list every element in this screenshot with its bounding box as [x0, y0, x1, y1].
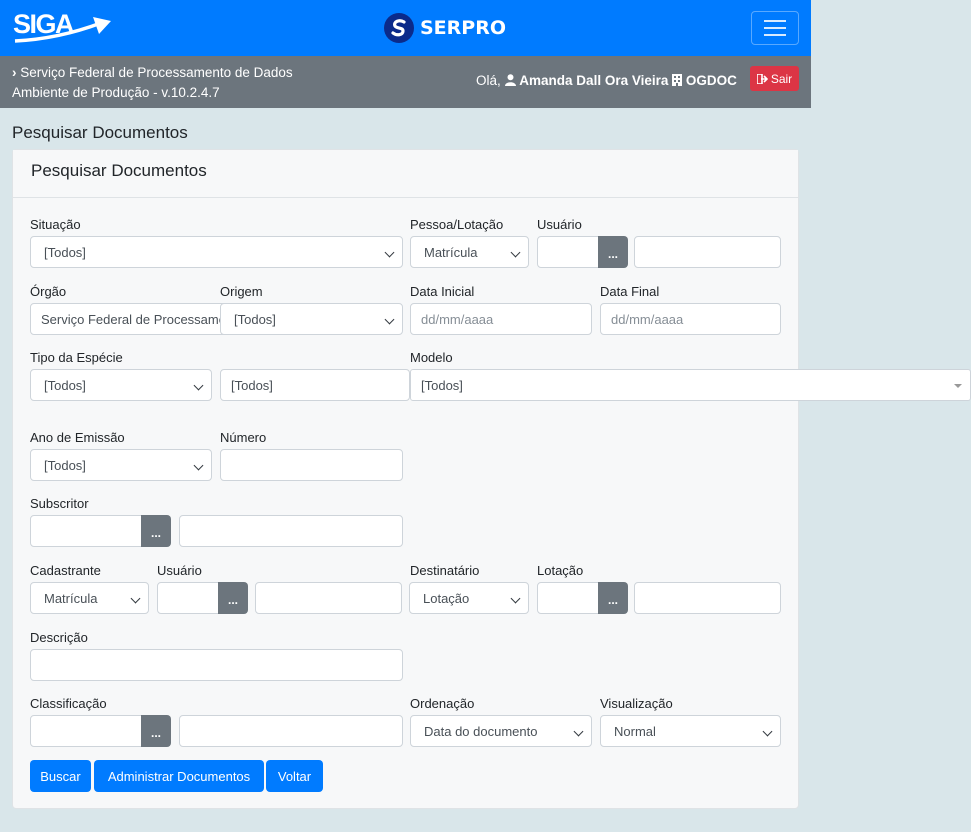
descricao-input[interactable]	[30, 649, 403, 681]
chevron-right-icon: ›	[12, 65, 17, 80]
voltar-button[interactable]: Voltar	[266, 760, 323, 792]
pessoa-lotacao-select[interactable]: Matrícula	[410, 236, 529, 268]
pessoa-lotacao-label: Pessoa/Lotação	[410, 217, 504, 232]
organization-name: Serviço Federal de Processamento de Dado…	[20, 65, 293, 80]
sign-out-icon	[756, 73, 768, 84]
logout-label: Sair	[770, 71, 793, 86]
data-inicial-label: Data Inicial	[410, 284, 475, 299]
subscritor-label: Subscritor	[30, 496, 89, 511]
environment-line: Ambiente de Produção - v.10.2.4.7	[12, 85, 220, 100]
ano-emissao-label: Ano de Emissão	[30, 430, 125, 445]
cadastrante-name-input[interactable]	[255, 582, 402, 614]
destinatario-select[interactable]: Lotação	[409, 582, 529, 614]
visualizacao-select[interactable]: Normal	[600, 715, 781, 747]
ano-emissao-select[interactable]: [Todos]	[30, 449, 212, 481]
data-final-label: Data Final	[600, 284, 660, 299]
usuario-name-input[interactable]	[634, 236, 781, 268]
cadastrante-search-button[interactable]: ...	[218, 582, 248, 614]
origem-label: Origem	[220, 284, 263, 299]
logout-button[interactable]: Sair	[750, 66, 799, 91]
cadastrante-code-input[interactable]	[157, 582, 219, 614]
orgao-label: Órgão	[30, 284, 67, 299]
serpro-logo-text: SERPRO	[420, 17, 507, 39]
card-header: Pesquisar Documentos	[13, 150, 798, 198]
orgao-input[interactable]: Serviço Federal de Processamento de Dado…	[30, 303, 230, 335]
usuario-label: Usuário	[537, 217, 582, 232]
search-card: Pesquisar Documentos Situação [Todos] Pe…	[12, 149, 971, 809]
classificacao-search-button[interactable]: ...	[141, 715, 171, 747]
cadastrante-label: Cadastrante	[30, 563, 101, 578]
serpro-logo: SERPRO	[384, 12, 506, 44]
lotacao-search-button[interactable]: ...	[598, 582, 628, 614]
info-bar: › Serviço Federal de Processamento de Da…	[0, 56, 811, 108]
modelo-label: Modelo	[410, 350, 453, 365]
situacao-select[interactable]: [Todos]	[30, 236, 403, 268]
organization-line: › Serviço Federal de Processamento de Da…	[12, 65, 293, 80]
lotacao-code-input[interactable]	[537, 582, 599, 614]
lotacao-label: Lotação	[537, 563, 584, 578]
data-inicial-input[interactable]: dd/mm/aaaa	[410, 303, 592, 335]
usuario-search-button[interactable]: ...	[598, 236, 628, 268]
numero-label: Número	[220, 430, 267, 445]
subscritor-name-input[interactable]	[179, 515, 403, 547]
hamburger-icon	[764, 20, 786, 22]
usuario-code-input[interactable]	[537, 236, 599, 268]
destinatario-label: Destinatário	[410, 563, 480, 578]
cadastrante-usuario-label: Usuário	[157, 563, 202, 578]
top-navbar: SIGA SERPRO	[0, 0, 811, 56]
user-name: Amanda Dall Ora Vieira	[519, 73, 669, 88]
siga-arrow-icon	[14, 17, 111, 43]
cadastrante-select[interactable]: Matrícula	[30, 582, 149, 614]
page-title: Pesquisar Documentos	[12, 123, 188, 142]
ordenacao-label: Ordenação	[410, 696, 475, 711]
menu-toggle-button[interactable]	[751, 11, 799, 45]
especie-select[interactable]: [Todos]	[220, 369, 410, 401]
serpro-emblem-icon	[384, 13, 414, 43]
descricao-label: Descrição	[30, 630, 88, 645]
user-icon	[504, 74, 516, 86]
ordenacao-select[interactable]: Data do documento	[410, 715, 592, 747]
unit-name: OGDOC	[685, 73, 737, 88]
numero-input[interactable]	[220, 449, 403, 481]
data-final-input[interactable]: dd/mm/aaaa	[600, 303, 781, 335]
tipo-especie-label: Tipo da Espécie	[30, 350, 123, 365]
tipo-especie-select[interactable]: [Todos]	[30, 369, 212, 401]
siga-logo[interactable]: SIGA	[13, 9, 113, 45]
administrar-documentos-button[interactable]: Administrar Documentos	[94, 760, 264, 792]
greeting-text: Olá,	[476, 73, 501, 88]
user-info: Olá, Amanda Dall Ora Vieira OGDOC	[476, 73, 737, 88]
situacao-label: Situação	[30, 217, 81, 232]
visualizacao-label: Visualização	[600, 696, 673, 711]
subscritor-search-button[interactable]: ...	[141, 515, 171, 547]
subscritor-code-input[interactable]	[30, 515, 142, 547]
classificacao-name-input[interactable]	[179, 715, 403, 747]
lotacao-name-input[interactable]	[634, 582, 781, 614]
buscar-button[interactable]: Buscar	[30, 760, 91, 792]
origem-select[interactable]: [Todos]	[220, 303, 403, 335]
modelo-select[interactable]: [Todos]	[410, 369, 971, 401]
building-icon	[672, 74, 683, 86]
classificacao-code-input[interactable]	[30, 715, 142, 747]
card-title: Pesquisar Documentos	[31, 161, 207, 180]
classificacao-label: Classificação	[30, 696, 107, 711]
